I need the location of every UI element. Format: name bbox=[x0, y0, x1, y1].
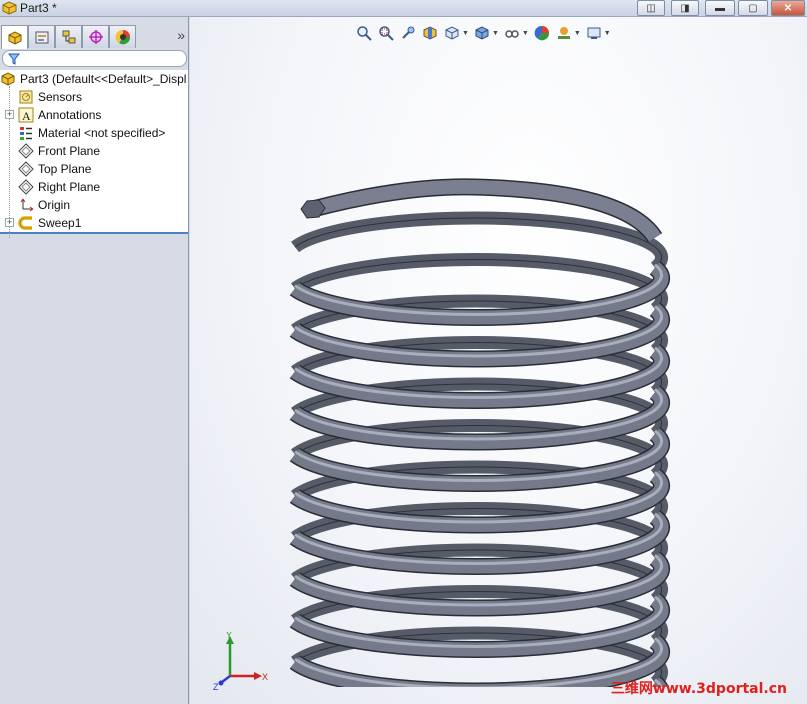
previous-view-icon[interactable] bbox=[399, 24, 417, 42]
tree-item-label: Front Plane bbox=[38, 144, 101, 158]
sensor-icon bbox=[18, 89, 34, 105]
tree-item-label: Top Plane bbox=[38, 162, 92, 176]
edit-appearance-icon[interactable] bbox=[533, 24, 551, 42]
expand-annotations-toggle[interactable]: + bbox=[5, 110, 14, 119]
chevron-down-icon[interactable]: ▼ bbox=[574, 30, 581, 37]
tree-item-label: Annotations bbox=[38, 108, 102, 122]
expand-sweep-toggle[interactable]: + bbox=[5, 218, 14, 227]
window-title: Part3 * bbox=[20, 1, 57, 15]
tab-display-manager[interactable] bbox=[109, 25, 136, 48]
tree-item-origin[interactable]: Origin bbox=[18, 196, 70, 214]
restore-left-button[interactable]: ◫ bbox=[637, 0, 665, 16]
svg-text:A: A bbox=[22, 109, 31, 123]
minimize-button[interactable]: ▬ bbox=[705, 0, 735, 16]
chevron-down-icon[interactable]: ▼ bbox=[462, 30, 469, 37]
view-orientation-icon[interactable] bbox=[443, 24, 461, 42]
sweep-icon bbox=[18, 215, 34, 231]
appearance-icon bbox=[115, 29, 130, 45]
coordinate-triad: Y X Z bbox=[213, 632, 268, 692]
heads-up-view-toolbar: ▼ ▼ ▼ ▼ ▼ bbox=[355, 23, 611, 43]
tree-item-top-plane[interactable]: Top Plane bbox=[18, 160, 91, 178]
annotation-icon: A bbox=[18, 107, 34, 123]
filter-icon bbox=[8, 53, 20, 65]
tree-item-sensors[interactable]: Sensors bbox=[18, 88, 82, 106]
restore-right-button[interactable]: ◨ bbox=[671, 0, 699, 16]
triad-z-label: Z bbox=[213, 682, 219, 692]
part-icon bbox=[0, 71, 16, 87]
spring-coils bbox=[289, 178, 671, 687]
watermark-text: 三维网www.3dportal.cn bbox=[610, 681, 787, 697]
target-icon bbox=[88, 30, 103, 44]
tab-dimxpert-manager[interactable] bbox=[82, 25, 109, 48]
tree-item-right-plane[interactable]: Right Plane bbox=[18, 178, 100, 196]
tree-item-front-plane[interactable]: Front Plane bbox=[18, 142, 100, 160]
expand-panel-chevron[interactable]: » bbox=[177, 27, 185, 43]
tree-item-label: Right Plane bbox=[38, 180, 101, 194]
tree-item-label: Sensors bbox=[38, 90, 83, 104]
display-style-icon[interactable] bbox=[473, 24, 491, 42]
maximize-button[interactable]: ▢ bbox=[738, 0, 768, 16]
origin-icon bbox=[18, 197, 34, 213]
feature-manager-panel: » Part3 (Default<<Default>_Displ Sensors… bbox=[0, 17, 189, 704]
view-settings-icon[interactable] bbox=[585, 24, 603, 42]
zoom-to-fit-icon[interactable] bbox=[355, 24, 373, 42]
config-icon bbox=[62, 30, 75, 44]
material-icon bbox=[18, 125, 34, 141]
part-icon bbox=[8, 30, 21, 45]
close-button[interactable]: ✕ bbox=[771, 0, 805, 16]
chevron-down-icon[interactable]: ▼ bbox=[492, 30, 499, 37]
graphics-area[interactable]: ▼ ▼ ▼ ▼ ▼ Y X Z 三维网www.3dportal.cn bbox=[190, 17, 807, 704]
tab-property-manager[interactable] bbox=[28, 25, 55, 48]
tree-item-material[interactable]: Material <not specified> bbox=[18, 124, 165, 142]
part-icon bbox=[2, 1, 17, 15]
apply-scene-icon[interactable] bbox=[555, 24, 573, 42]
tree-item-label: Sweep1 bbox=[38, 216, 82, 230]
tree-item-label: Material <not specified> bbox=[38, 126, 166, 140]
spring-model[interactable] bbox=[285, 167, 675, 687]
zoom-to-area-icon[interactable] bbox=[377, 24, 395, 42]
plane-icon bbox=[18, 161, 34, 177]
tree-root-label: Part3 (Default<<Default>_Displ bbox=[20, 72, 187, 86]
property-icon bbox=[35, 31, 48, 44]
plane-icon bbox=[18, 143, 34, 159]
title-bar: Part3 * ◫ ◨ ▬ ▢ ✕ bbox=[0, 0, 807, 17]
chevron-down-icon[interactable]: ▼ bbox=[522, 30, 529, 37]
tree-item-label: Origin bbox=[38, 198, 71, 212]
triad-y-label: Y bbox=[226, 632, 232, 640]
plane-icon bbox=[18, 179, 34, 195]
hide-show-icon[interactable] bbox=[503, 24, 521, 42]
filter-input[interactable] bbox=[2, 50, 187, 67]
section-view-icon[interactable] bbox=[421, 24, 439, 42]
feature-tree: Part3 (Default<<Default>_Displ Sensors +… bbox=[0, 70, 188, 238]
feature-manager-tabs: » bbox=[0, 25, 189, 49]
tree-root-part[interactable]: Part3 (Default<<Default>_Displ bbox=[0, 70, 186, 88]
tree-item-sweep1[interactable]: Sweep1 bbox=[18, 214, 81, 232]
tab-configuration-manager[interactable] bbox=[55, 25, 82, 48]
triad-x-label: X bbox=[262, 672, 268, 682]
tree-item-annotations[interactable]: A Annotations bbox=[18, 106, 101, 124]
chevron-down-icon[interactable]: ▼ bbox=[604, 30, 611, 37]
tab-feature-tree[interactable] bbox=[1, 25, 28, 49]
